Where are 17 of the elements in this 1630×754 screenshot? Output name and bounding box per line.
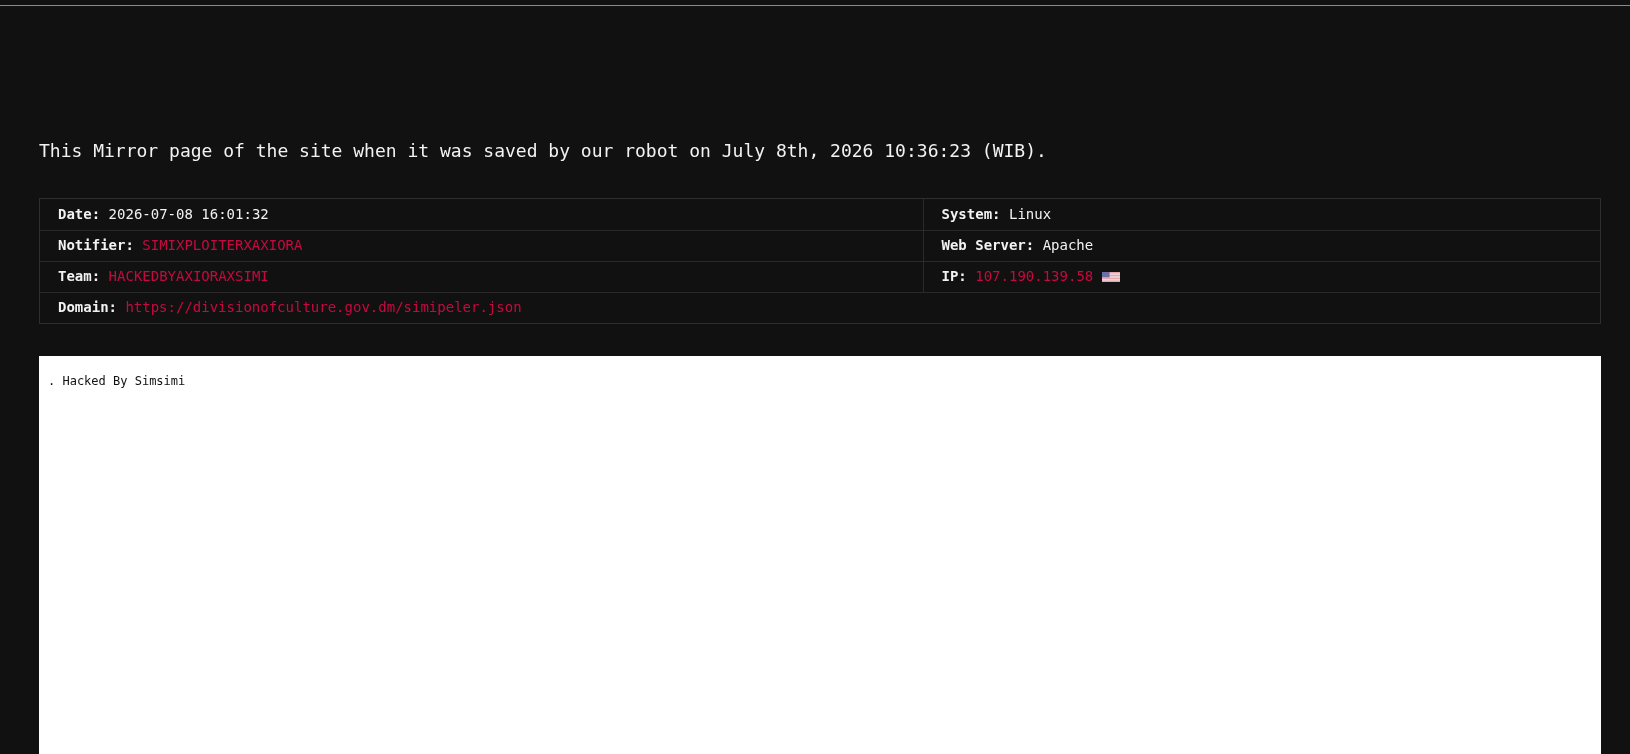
mirror-notice: This Mirror page of the site when it was saved by our robot on July 8th, 2026 10:36:23 (WIB). <box>39 139 1048 163</box>
detail-label: Notifier: <box>58 237 134 253</box>
detail-label: Web Server: <box>941 237 1035 253</box>
detail-label: Date: <box>58 205 101 222</box>
detail-label: IP: <box>941 268 967 284</box>
flag-icon <box>1102 272 1121 282</box>
detail-link[interactable]: https://divisionofculture.gov.dm/simipeler.json <box>125 297 522 318</box>
detail-link[interactable]: HACKEDBYAXIORAXSIMI <box>108 268 269 284</box>
ip-address: 107.190.139.58 <box>975 268 1094 284</box>
detail-label: System: <box>941 205 1001 222</box>
detail-value: Linux <box>1008 205 1052 222</box>
detail-label: Domain: <box>58 298 117 317</box>
detail-value: Apache <box>1042 237 1094 253</box>
detail-label: Team: <box>58 268 101 284</box>
mirrored-text: . Hacked By Simsimi <box>48 373 186 388</box>
detail-link[interactable]: SIMIXPLOITERXAXIORA <box>142 237 303 253</box>
detail-value: 2026-07-08 16:01:32 <box>108 205 269 222</box>
